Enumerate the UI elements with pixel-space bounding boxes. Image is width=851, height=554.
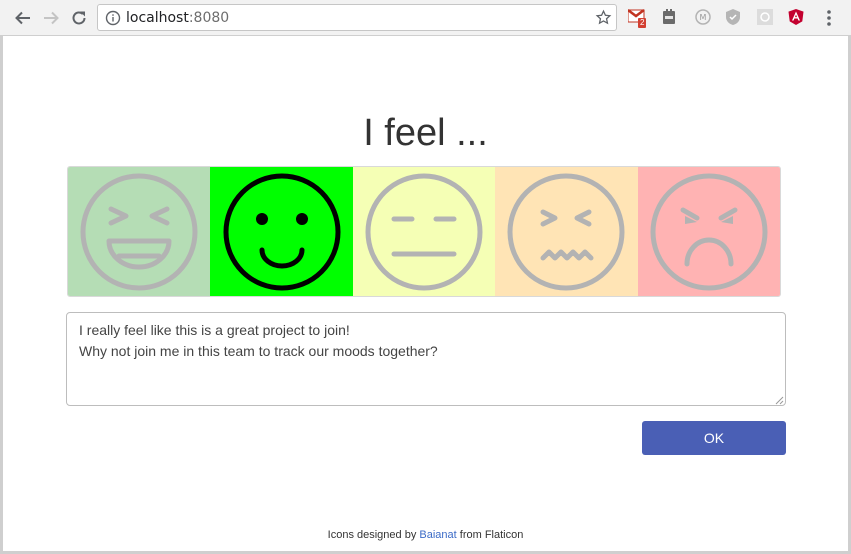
smiling-face-icon <box>223 173 341 290</box>
extension-button-4[interactable] <box>724 8 742 26</box>
footer-suffix: from Flaticon <box>456 529 524 541</box>
extension-button-5[interactable] <box>756 8 774 26</box>
shield-icon <box>726 9 740 25</box>
browser-toolbar: localhost:8080 2 M <box>0 0 851 36</box>
url-text: localhost:8080 <box>126 10 229 26</box>
mood-option-uneasy[interactable] <box>495 167 638 296</box>
resize-grip-icon[interactable] <box>775 396 784 405</box>
extension-button-2[interactable] <box>660 8 678 26</box>
menu-dots-icon[interactable] <box>822 8 836 28</box>
back-button[interactable] <box>12 7 34 29</box>
url-port: :8080 <box>188 10 230 26</box>
grid-icon <box>757 9 773 25</box>
page-title: I feel ... <box>363 112 488 154</box>
svg-text:M: M <box>700 13 707 22</box>
hand-icon: M <box>695 9 711 25</box>
footer-prefix: Icons designed by <box>327 529 420 541</box>
reload-button[interactable] <box>68 7 90 29</box>
ok-button[interactable]: OK <box>642 421 786 455</box>
neutral-face-icon <box>365 173 483 290</box>
extension-button-3[interactable]: M <box>694 8 712 26</box>
mood-option-happy[interactable] <box>210 167 353 296</box>
info-icon[interactable] <box>105 10 121 26</box>
gmail-extension-button[interactable]: 2 <box>627 8 647 28</box>
author-link[interactable]: Baianat <box>419 529 456 541</box>
url-host: localhost <box>126 10 189 26</box>
footer-credits: Icons designed by Baianat from Flaticon <box>0 529 851 541</box>
reload-icon <box>72 11 86 25</box>
mood-option-neutral[interactable] <box>352 167 496 296</box>
angry-face-icon <box>650 173 768 290</box>
bookmark-star-icon[interactable] <box>595 9 612 26</box>
address-bar[interactable]: localhost:8080 <box>97 4 617 31</box>
grimacing-face-icon <box>507 173 625 290</box>
back-arrow-icon <box>15 11 30 25</box>
forward-button[interactable] <box>40 7 62 29</box>
laughing-face-icon <box>80 173 198 290</box>
angular-extension-button[interactable] <box>787 8 805 26</box>
forward-arrow-icon <box>44 11 59 25</box>
mood-option-ecstatic[interactable] <box>68 167 211 296</box>
mood-option-angry[interactable] <box>637 167 780 296</box>
plug-icon <box>663 9 675 24</box>
gmail-badge: 2 <box>638 18 647 28</box>
angular-icon <box>788 9 804 25</box>
comment-textarea[interactable]: I really feel like this is a great proje… <box>66 312 786 406</box>
mood-selector <box>67 166 781 297</box>
